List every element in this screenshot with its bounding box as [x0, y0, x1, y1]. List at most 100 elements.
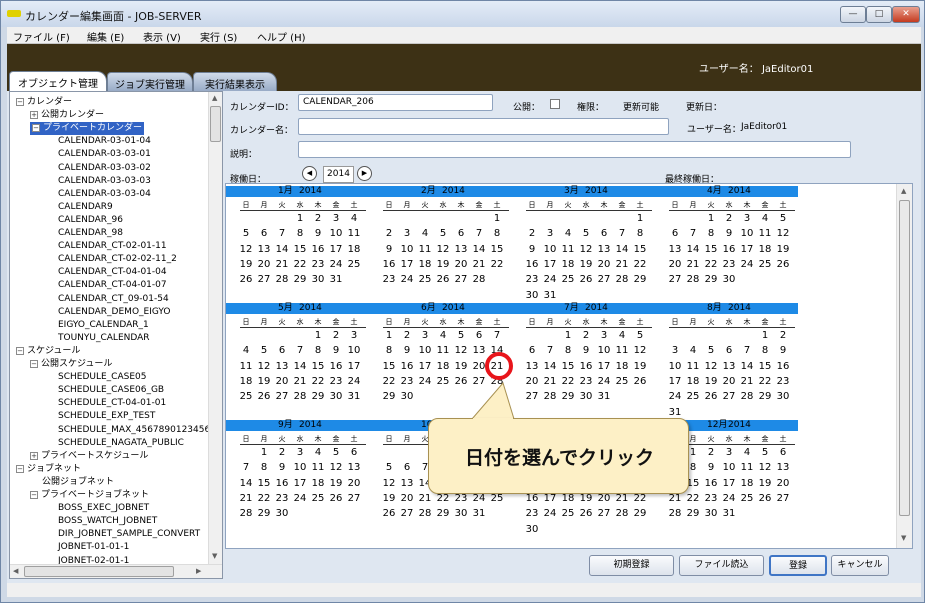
day-cell[interactable]: 26 [434, 274, 452, 285]
day-cell[interactable]: 12 [237, 244, 255, 255]
day-cell[interactable]: 17 [666, 376, 684, 387]
day-cell[interactable]: 1 [488, 213, 506, 224]
day-cell[interactable]: 18 [756, 244, 774, 255]
day-cell[interactable]: 8 [488, 228, 506, 239]
day-cell[interactable]: 6 [273, 345, 291, 356]
day-cell[interactable]: 29 [684, 508, 702, 519]
tree-item[interactable]: EIGYO_CALENDAR_1 [58, 319, 149, 332]
day-cell[interactable]: 3 [541, 228, 559, 239]
day-cell[interactable]: 6 [452, 228, 470, 239]
day-cell[interactable]: 8 [702, 228, 720, 239]
tree-item[interactable]: CALENDAR-03-03-04 [58, 188, 151, 201]
day-cell[interactable]: 17 [541, 493, 559, 504]
day-cell[interactable]: 4 [237, 345, 255, 356]
day-cell[interactable]: 6 [255, 228, 273, 239]
day-cell[interactable]: 10 [416, 345, 434, 356]
day-cell[interactable]: 17 [541, 259, 559, 270]
day-cell[interactable]: 21 [738, 376, 756, 387]
scroll-right-icon[interactable]: ▶ [196, 567, 201, 575]
day-cell[interactable]: 30 [309, 274, 327, 285]
day-cell[interactable]: 18 [237, 376, 255, 387]
day-cell[interactable]: 2 [577, 330, 595, 341]
day-cell[interactable]: 15 [559, 361, 577, 372]
day-cell[interactable]: 8 [309, 345, 327, 356]
day-cell[interactable]: 14 [613, 244, 631, 255]
day-cell[interactable]: 24 [416, 376, 434, 387]
day-cell[interactable]: 25 [559, 274, 577, 285]
scroll-down-icon[interactable]: ▼ [212, 552, 217, 560]
day-cell[interactable]: 1 [702, 213, 720, 224]
day-cell[interactable]: 25 [345, 259, 363, 270]
day-cell[interactable]: 28 [291, 391, 309, 402]
day-cell[interactable]: 12 [327, 462, 345, 473]
day-cell[interactable]: 27 [345, 493, 363, 504]
day-cell[interactable]: 5 [774, 213, 792, 224]
day-cell[interactable]: 19 [631, 361, 649, 372]
day-cell[interactable]: 10 [720, 462, 738, 473]
day-cell[interactable]: 26 [702, 391, 720, 402]
day-cell[interactable]: 10 [666, 361, 684, 372]
day-cell[interactable]: 8 [380, 345, 398, 356]
day-cell[interactable]: 31 [595, 391, 613, 402]
day-cell[interactable]: 12 [380, 478, 398, 489]
day-cell[interactable]: 30 [398, 391, 416, 402]
day-cell[interactable]: 1 [631, 213, 649, 224]
day-cell[interactable]: 19 [774, 244, 792, 255]
day-cell[interactable]: 15 [255, 478, 273, 489]
day-cell[interactable]: 19 [577, 493, 595, 504]
day-cell[interactable]: 29 [255, 508, 273, 519]
maximize-button[interactable]: □ [866, 6, 892, 23]
day-cell[interactable]: 6 [523, 345, 541, 356]
day-cell[interactable]: 29 [756, 391, 774, 402]
day-cell[interactable]: 9 [720, 228, 738, 239]
day-cell[interactable]: 29 [434, 508, 452, 519]
day-cell[interactable]: 27 [255, 274, 273, 285]
day-cell[interactable]: 11 [309, 462, 327, 473]
day-cell[interactable]: 28 [237, 508, 255, 519]
day-cell[interactable]: 23 [523, 274, 541, 285]
tree-item[interactable]: SCHEDULE_EXP_TEST [58, 410, 155, 423]
day-cell[interactable]: 16 [720, 244, 738, 255]
day-cell[interactable]: 3 [595, 330, 613, 341]
day-cell[interactable]: 16 [523, 493, 541, 504]
day-cell[interactable]: 27 [470, 376, 488, 387]
day-cell[interactable]: 30 [577, 391, 595, 402]
day-cell[interactable]: 5 [577, 228, 595, 239]
day-cell[interactable]: 16 [380, 259, 398, 270]
day-cell[interactable]: 5 [452, 330, 470, 341]
day-cell[interactable]: 1 [756, 330, 774, 341]
day-cell[interactable]: 23 [273, 493, 291, 504]
day-cell[interactable]: 16 [523, 259, 541, 270]
day-cell[interactable]: 22 [309, 376, 327, 387]
day-cell[interactable]: 11 [434, 345, 452, 356]
day-cell[interactable]: 23 [720, 259, 738, 270]
day-cell[interactable]: 21 [684, 259, 702, 270]
tree-item[interactable]: CALENDAR_DEMO_EIGYO [58, 306, 170, 319]
day-cell[interactable]: 6 [595, 228, 613, 239]
day-cell[interactable]: 4 [738, 447, 756, 458]
day-cell[interactable]: 5 [434, 228, 452, 239]
day-cell[interactable]: 6 [398, 462, 416, 473]
day-cell[interactable]: 28 [541, 391, 559, 402]
day-cell[interactable]: 11 [237, 361, 255, 372]
day-cell[interactable]: 2 [273, 447, 291, 458]
day-cell[interactable]: 15 [756, 361, 774, 372]
day-cell[interactable]: 26 [237, 274, 255, 285]
tree-item[interactable]: + 公開カレンダー [30, 109, 104, 122]
day-cell[interactable]: 9 [577, 345, 595, 356]
day-cell[interactable]: 12 [577, 244, 595, 255]
day-cell[interactable]: 24 [470, 493, 488, 504]
initial-register-button[interactable]: 初期登録 [589, 555, 674, 576]
day-cell[interactable]: 26 [380, 508, 398, 519]
description-input[interactable] [298, 141, 851, 158]
day-cell[interactable]: 17 [398, 259, 416, 270]
day-cell[interactable]: 24 [720, 493, 738, 504]
day-cell[interactable]: 18 [345, 244, 363, 255]
year-input[interactable]: 2014 [323, 166, 354, 183]
day-cell[interactable]: 14 [541, 361, 559, 372]
day-cell[interactable]: 28 [613, 274, 631, 285]
calendar-vertical-scrollbar[interactable]: ▲ ▼ [896, 184, 912, 548]
day-cell[interactable]: 19 [255, 376, 273, 387]
day-cell[interactable]: 11 [559, 244, 577, 255]
day-cell[interactable]: 3 [327, 213, 345, 224]
